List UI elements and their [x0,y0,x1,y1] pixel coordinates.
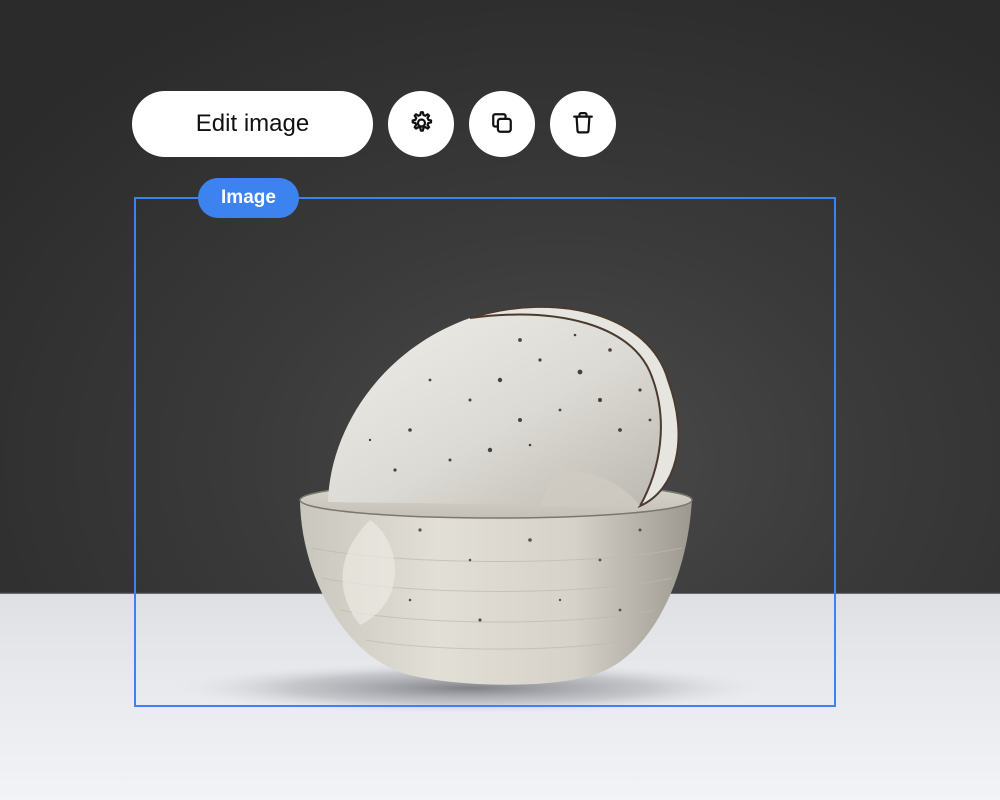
canvas: Image Edit image [0,0,1000,800]
copy-icon [488,109,516,140]
delete-button[interactable] [550,91,616,157]
edit-image-button[interactable]: Edit image [132,91,373,157]
image-selection-frame[interactable] [134,197,836,707]
trash-icon [569,109,597,140]
duplicate-button[interactable] [469,91,535,157]
gear-icon [407,109,435,140]
settings-button[interactable] [388,91,454,157]
image-selection-label: Image [198,178,299,218]
